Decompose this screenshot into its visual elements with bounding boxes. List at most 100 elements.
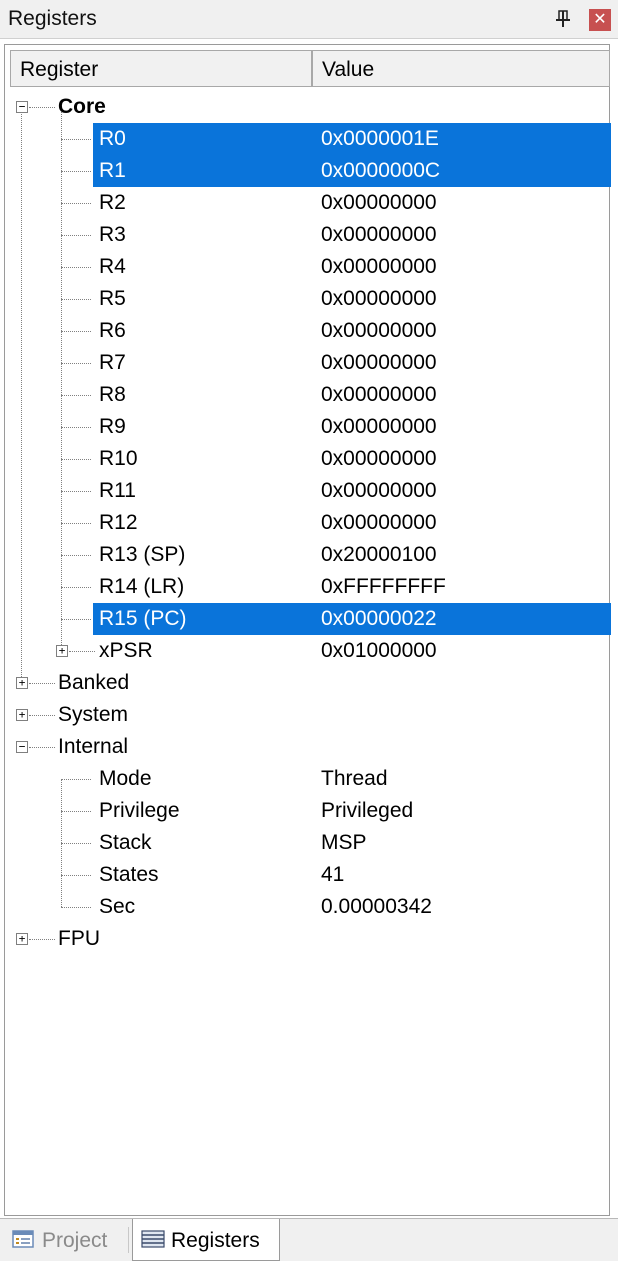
register-row-r9[interactable]: R9 0x00000000 (5, 411, 609, 443)
register-row-r0[interactable]: R0 0x0000001E (5, 123, 611, 155)
tree-node-core[interactable]: − Core (5, 91, 609, 123)
tree-connector (29, 683, 55, 684)
register-value[interactable]: 0x20000100 (321, 543, 437, 567)
register-value[interactable]: 0x00000000 (321, 447, 437, 471)
register-value[interactable]: 0x00000000 (321, 191, 437, 215)
tree-node-label: Internal (58, 735, 129, 758)
tree-connector (61, 235, 91, 236)
tree-connector (61, 395, 91, 396)
tree-node-label: Core (58, 95, 106, 118)
tree-node-label: System (58, 703, 129, 726)
register-value[interactable]: 0x00000022 (321, 607, 437, 631)
tree-connector (61, 907, 91, 908)
column-header-register-label: Register (20, 58, 99, 81)
tree-connector (61, 363, 91, 364)
register-value[interactable]: 0x00000000 (321, 479, 437, 503)
register-row-r10[interactable]: R10 0x00000000 (5, 443, 609, 475)
register-row-r14-lr[interactable]: R14 (LR) 0xFFFFFFFF (5, 571, 609, 603)
tab-label: Registers (171, 1229, 260, 1252)
tree-connector (29, 747, 55, 748)
project-icon (12, 1230, 34, 1248)
internal-row-privilege[interactable]: Privilege Privileged (5, 795, 609, 827)
internal-row-sec[interactable]: Sec 0.00000342 (5, 891, 609, 923)
register-name: R7 (99, 351, 126, 374)
collapse-icon[interactable]: − (16, 101, 28, 113)
register-name: R15 (PC) (99, 607, 187, 630)
register-value[interactable]: 0x00000000 (321, 319, 437, 343)
tree-connector (61, 427, 91, 428)
registers-icon (141, 1230, 165, 1248)
register-value[interactable]: 0x0000001E (321, 127, 439, 151)
register-row-r4[interactable]: R4 0x00000000 (5, 251, 609, 283)
register-value[interactable]: 41 (321, 863, 344, 887)
expand-icon[interactable]: + (16, 709, 28, 721)
register-value[interactable]: Thread (321, 767, 388, 791)
registers-panel: Register Value − Core R0 0x0000001E R1 0… (4, 44, 611, 1216)
expand-icon[interactable]: + (16, 933, 28, 945)
tree-connector (29, 939, 55, 940)
pin-icon[interactable] (553, 8, 573, 30)
internal-row-mode[interactable]: Mode Thread (5, 763, 609, 795)
register-name: R13 (SP) (99, 543, 186, 566)
register-value[interactable]: 0x00000000 (321, 351, 437, 375)
tree-connector (61, 331, 91, 332)
register-name: R10 (99, 447, 138, 470)
register-name: R3 (99, 223, 126, 246)
register-name: R1 (99, 159, 126, 182)
register-row-r1[interactable]: R1 0x0000000C (5, 155, 611, 187)
tab-project[interactable]: Project (4, 1219, 128, 1261)
register-value[interactable]: 0.00000342 (321, 895, 432, 919)
register-value[interactable]: 0xFFFFFFFF (321, 575, 446, 599)
tree-node-fpu[interactable]: + FPU (5, 923, 609, 955)
tree-node-system[interactable]: + System (5, 699, 609, 731)
collapse-icon[interactable]: − (16, 741, 28, 753)
register-value[interactable]: 0x00000000 (321, 415, 437, 439)
tree-connector (61, 299, 91, 300)
internal-row-states[interactable]: States 41 (5, 859, 609, 891)
register-value[interactable]: 0x00000000 (321, 511, 437, 535)
register-name: Privilege (99, 799, 180, 822)
register-row-r3[interactable]: R3 0x00000000 (5, 219, 609, 251)
column-header-value[interactable]: Value (312, 50, 610, 87)
tree-connector (29, 107, 55, 108)
register-value[interactable]: 0x00000000 (321, 223, 437, 247)
tree-connector (61, 811, 91, 812)
column-header-register[interactable]: Register (10, 50, 312, 87)
tab-registers[interactable]: Registers (132, 1219, 280, 1261)
register-row-r2[interactable]: R2 0x00000000 (5, 187, 609, 219)
register-row-r13-sp[interactable]: R13 (SP) 0x20000100 (5, 539, 609, 571)
register-row-r15-pc[interactable]: R15 (PC) 0x00000022 (5, 603, 611, 635)
internal-row-stack[interactable]: Stack MSP (5, 827, 609, 859)
register-value[interactable]: 0x01000000 (321, 639, 437, 663)
tree-connector (61, 139, 91, 140)
register-name: R9 (99, 415, 126, 438)
register-value[interactable]: 0x00000000 (321, 287, 437, 311)
register-row-r8[interactable]: R8 0x00000000 (5, 379, 609, 411)
tab-label: Project (42, 1229, 108, 1252)
register-value[interactable]: Privileged (321, 799, 413, 823)
tree-connector (61, 203, 91, 204)
panel-titlebar: Registers ✕ (0, 0, 618, 39)
register-name: R6 (99, 319, 126, 342)
expand-icon[interactable]: + (56, 645, 68, 657)
register-name: R8 (99, 383, 126, 406)
register-row-r6[interactable]: R6 0x00000000 (5, 315, 609, 347)
close-icon[interactable]: ✕ (589, 9, 611, 31)
register-name: R11 (99, 479, 136, 502)
register-row-r11[interactable]: R11 0x00000000 (5, 475, 609, 507)
tree-node-internal[interactable]: − Internal (5, 731, 609, 763)
tree-connector (61, 555, 91, 556)
register-name: R4 (99, 255, 126, 278)
expand-icon[interactable]: + (16, 677, 28, 689)
tree-connector (61, 491, 91, 492)
register-value[interactable]: 0x00000000 (321, 255, 437, 279)
tree-node-banked[interactable]: + Banked (5, 667, 609, 699)
register-row-r5[interactable]: R5 0x00000000 (5, 283, 609, 315)
register-row-xpsr[interactable]: + xPSR 0x01000000 (5, 635, 609, 667)
register-row-r7[interactable]: R7 0x00000000 (5, 347, 609, 379)
register-value[interactable]: MSP (321, 831, 367, 855)
register-value[interactable]: 0x0000000C (321, 159, 440, 183)
register-row-r12[interactable]: R12 0x00000000 (5, 507, 609, 539)
tree-connector (61, 171, 91, 172)
register-value[interactable]: 0x00000000 (321, 383, 437, 407)
